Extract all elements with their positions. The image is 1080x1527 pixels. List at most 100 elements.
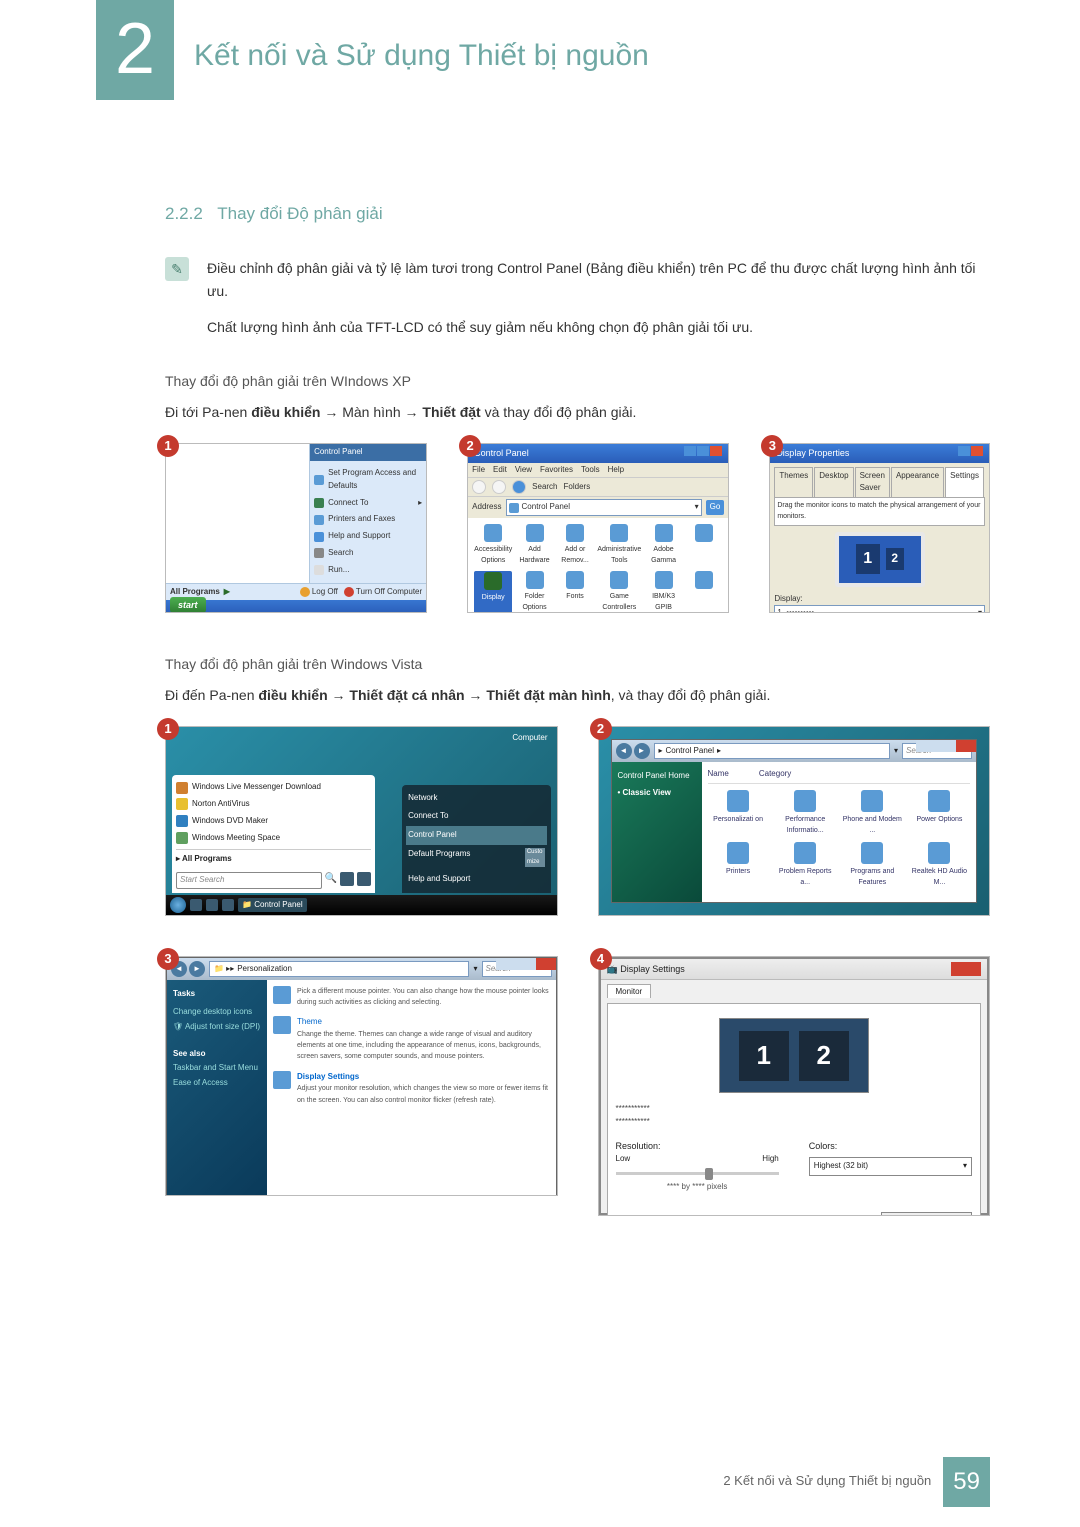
computer-label[interactable]: Computer [509, 731, 550, 746]
control-panel-icon[interactable] [686, 571, 723, 614]
display-dropdown[interactable]: 1. ••••••••••▾ [774, 605, 985, 613]
control-panel-icon[interactable]: Programs and Features [842, 842, 903, 888]
taskbar-button[interactable]: 📁 Control Panel [238, 898, 307, 913]
applet-icon [526, 524, 544, 542]
power-icon[interactable] [340, 872, 354, 886]
start-menu-item[interactable]: Windows Meeting Space [176, 830, 371, 847]
applet-icon [610, 524, 628, 542]
control-panel-icon[interactable]: IBM/K3 GPIB Driver for... [645, 571, 682, 614]
lock-icon[interactable] [357, 872, 371, 886]
monitor-2[interactable]: 2 [799, 1031, 849, 1081]
turn-off-button[interactable]: Turn Off Computer [344, 586, 422, 599]
tab[interactable]: Themes [774, 467, 813, 498]
start-button[interactable]: start [170, 597, 206, 613]
control-panel-icon[interactable]: Add or Remov... [557, 524, 594, 566]
up-button[interactable] [512, 480, 526, 494]
start-menu-item[interactable]: Set Program Access and Defaults [314, 465, 422, 495]
control-panel-icon[interactable]: Add Hardware [516, 524, 553, 566]
control-panel-icon[interactable]: Problem Reports a... [775, 842, 836, 888]
menu-item[interactable]: Network [406, 789, 546, 808]
resolution-slider[interactable] [616, 1172, 779, 1175]
start-search-input[interactable]: Start Search [176, 872, 322, 889]
back-button[interactable]: ◄ [616, 743, 632, 759]
sidebar-link[interactable]: Taskbar and Start Menu [173, 1061, 261, 1076]
log-off-button[interactable]: Log Off [300, 586, 338, 599]
window-controls[interactable] [916, 740, 976, 752]
control-panel-icon[interactable]: Folder Options [516, 571, 553, 614]
applet-icon [861, 842, 883, 864]
close-button[interactable] [951, 962, 981, 976]
sort-category[interactable]: Category [759, 768, 791, 781]
control-panel-icon[interactable]: Display [474, 571, 512, 614]
quick-launch-icon[interactable] [206, 899, 218, 911]
address-bar[interactable]: Control Panel▾ [506, 499, 702, 516]
menubar[interactable]: File Edit View Favorites Tools Help [468, 463, 728, 478]
start-menu-item[interactable]: Windows DVD Maker [176, 813, 371, 830]
start-menu-item[interactable]: Help and Support [314, 528, 422, 545]
breadcrumb[interactable]: ▸ Control Panel ▸ [654, 743, 890, 760]
control-panel-icon[interactable]: Phone and Modem ... [842, 790, 903, 836]
sidebar-link[interactable]: Ease of Access [173, 1076, 261, 1091]
quick-launch-icon[interactable] [190, 899, 202, 911]
start-menu-item[interactable]: Connect To▸ [314, 495, 422, 512]
run-icon [314, 565, 324, 575]
tab-monitor[interactable]: Monitor [607, 984, 652, 998]
control-panel-icon[interactable]: Game Controllers [597, 571, 641, 614]
monitor-1[interactable]: 1 [856, 544, 880, 574]
forward-button[interactable]: ► [634, 743, 650, 759]
menu-item[interactable]: Default ProgramsCusto mize [406, 845, 546, 870]
control-panel-icon[interactable] [686, 524, 723, 566]
control-panel-icon[interactable]: Realtek HD Audio M... [909, 842, 970, 888]
control-panel-icon[interactable]: Fonts [557, 571, 594, 614]
sidebar-link[interactable]: 🛡 Adjust font size (DPI) [173, 1020, 261, 1035]
forward-button[interactable] [492, 480, 506, 494]
control-panel-highlight[interactable]: Control Panel [310, 444, 426, 461]
tab[interactable]: Desktop [814, 467, 853, 498]
control-panel-icon[interactable]: Power Options [909, 790, 970, 836]
forward-button[interactable]: ► [189, 961, 205, 977]
personalization-item[interactable]: Pick a different mouse pointer. You can … [273, 986, 550, 1008]
start-menu-item[interactable]: Printers and Faxes [314, 511, 422, 528]
section-heading: 2.2.2 Thay đổi Độ phân giải [165, 200, 990, 227]
search-button[interactable]: Search [532, 481, 557, 494]
personalization-item[interactable]: Display SettingsAdjust your monitor reso… [273, 1071, 550, 1106]
monitor-preview[interactable]: 1 2 [835, 532, 925, 587]
sidebar-link[interactable]: Change desktop icons [173, 1005, 261, 1020]
colors-dropdown[interactable]: Highest (32 bit)▾ [809, 1157, 972, 1176]
folders-button[interactable]: Folders [564, 481, 591, 494]
sidebar-item-classic[interactable]: • Classic View [618, 785, 696, 802]
advanced-button[interactable]: Advanced Settings... [881, 1212, 972, 1216]
start-orb[interactable] [170, 897, 186, 913]
personalization-item[interactable]: ThemeChange the theme. Themes can change… [273, 1016, 550, 1062]
window-controls[interactable] [496, 958, 556, 970]
menu-item[interactable]: Connect To [406, 807, 546, 826]
control-panel-icon[interactable]: Administrative Tools [597, 524, 641, 566]
window-controls[interactable] [683, 446, 722, 460]
tab-settings[interactable]: Settings [945, 467, 984, 498]
start-menu-item[interactable]: Norton AntiVirus [176, 796, 371, 813]
sidebar-item-home[interactable]: Control Panel Home [618, 768, 696, 785]
control-panel-icon[interactable]: Accessibility Options [474, 524, 512, 566]
item-icon [273, 986, 291, 1004]
control-panel-icon[interactable]: Personalizati on [708, 790, 769, 836]
control-panel-icon[interactable]: Printers [708, 842, 769, 888]
control-panel-icon[interactable]: Performance Informatio... [775, 790, 836, 836]
monitor-2[interactable]: 2 [886, 548, 904, 570]
monitor-1[interactable]: 1 [739, 1031, 789, 1081]
start-menu-item[interactable]: Run... [314, 562, 422, 579]
tab[interactable]: Appearance [891, 467, 944, 498]
menu-item[interactable]: Help and Support [406, 870, 546, 889]
back-button[interactable] [472, 480, 486, 494]
quick-launch-icon[interactable] [222, 899, 234, 911]
sort-name[interactable]: Name [708, 768, 729, 781]
go-button[interactable]: Go [706, 500, 725, 515]
all-programs-button[interactable]: ▸ All Programs [176, 849, 371, 866]
control-panel-item[interactable]: Control Panel [406, 826, 546, 845]
start-menu-item[interactable]: Windows Live Messenger Download [176, 779, 371, 796]
start-menu-item[interactable]: Search [314, 545, 422, 562]
breadcrumb[interactable]: 📁 ▸▸ Personalization [209, 961, 469, 978]
monitor-preview[interactable]: 1 2 [719, 1018, 869, 1093]
search-icon [314, 548, 324, 558]
control-panel-icon[interactable]: Adobe Gamma [645, 524, 682, 566]
tab[interactable]: Screen Saver [855, 467, 890, 498]
